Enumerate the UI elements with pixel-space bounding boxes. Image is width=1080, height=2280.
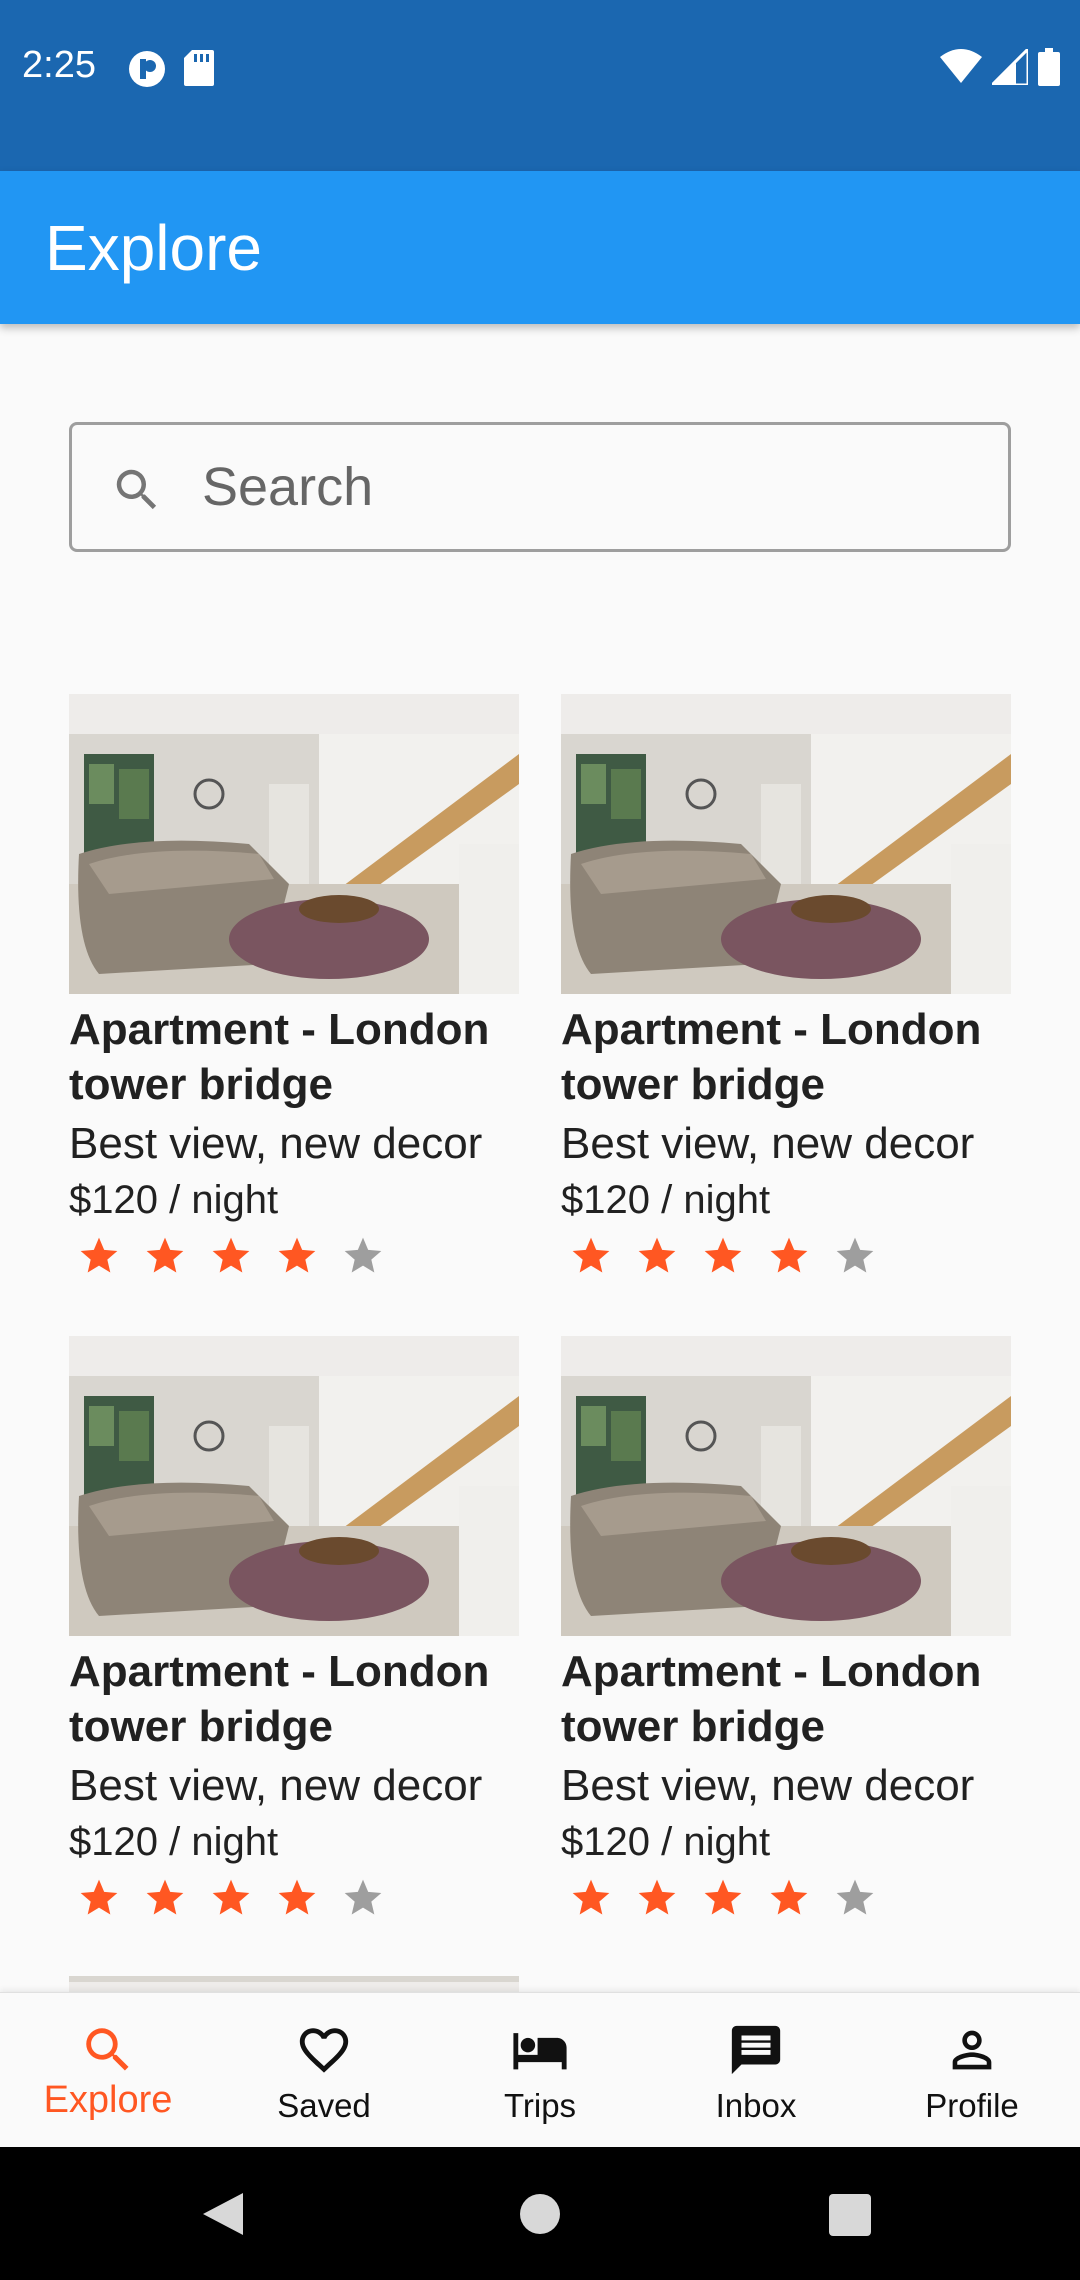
star-filled-icon bbox=[80, 1879, 118, 1915]
star-filled-icon bbox=[278, 1879, 316, 1915]
listing-description: Best view, new decor bbox=[69, 1119, 483, 1168]
star-filled-icon bbox=[638, 1879, 676, 1915]
listing-price: $120 / night bbox=[69, 1178, 279, 1222]
nav-inbox[interactable]: Inbox bbox=[648, 1993, 864, 2147]
nav-label: Trips bbox=[503, 2087, 577, 2124]
listing-title: Apartment - London tower bridge bbox=[561, 1005, 982, 1109]
system-navigation-bar bbox=[0, 2147, 1080, 2280]
listing-photo[interactable] bbox=[69, 1336, 519, 1636]
nav-label: Saved bbox=[277, 2087, 371, 2124]
star-filled-icon bbox=[278, 1237, 316, 1273]
star-empty-icon bbox=[344, 1879, 382, 1915]
status-time: 2:25 bbox=[22, 44, 96, 86]
nav-saved[interactable]: Saved bbox=[216, 1993, 432, 2147]
recents-icon[interactable] bbox=[829, 2194, 871, 2236]
battery-icon bbox=[1038, 48, 1060, 86]
listing-title: Apartment - London tower bridge bbox=[561, 1647, 982, 1751]
wifi-icon bbox=[940, 49, 982, 83]
app-notification-icon bbox=[129, 51, 165, 87]
search-input[interactable] bbox=[202, 455, 982, 519]
star-empty-icon bbox=[344, 1237, 382, 1273]
star-filled-icon bbox=[572, 1237, 610, 1273]
star-filled-icon bbox=[704, 1237, 742, 1273]
listing-card[interactable]: Apartment - London tower bridge Best vie… bbox=[69, 1336, 519, 1920]
nav-explore[interactable]: Explore bbox=[0, 1993, 216, 2147]
sd-card-icon bbox=[184, 50, 214, 86]
star-filled-icon bbox=[212, 1879, 250, 1915]
message-icon bbox=[731, 2025, 781, 2075]
listing-card[interactable]: Apartment - London tower bridge Best vie… bbox=[561, 694, 1011, 1278]
star-filled-icon bbox=[80, 1237, 118, 1273]
listing-description: Best view, new decor bbox=[561, 1119, 975, 1168]
home-icon[interactable] bbox=[519, 2193, 561, 2235]
app-bar: Explore bbox=[0, 171, 1080, 324]
back-icon[interactable] bbox=[203, 2193, 245, 2235]
listing-card[interactable]: Apartment - London tower bridge Best vie… bbox=[69, 694, 519, 1278]
nav-label: Inbox bbox=[715, 2087, 797, 2124]
rating-stars bbox=[561, 1234, 1011, 1278]
listing-title: Apartment - London tower bridge bbox=[69, 1647, 490, 1751]
search-icon bbox=[86, 2028, 129, 2071]
listing-photo[interactable] bbox=[561, 694, 1011, 994]
nav-trips[interactable]: Trips bbox=[432, 1993, 648, 2147]
listing-title: Apartment - London tower bridge bbox=[69, 1005, 490, 1109]
search-icon bbox=[116, 469, 157, 510]
star-filled-icon bbox=[770, 1879, 808, 1915]
star-filled-icon bbox=[638, 1237, 676, 1273]
listing-price: $120 / night bbox=[561, 1178, 771, 1222]
listing-price: $120 / night bbox=[561, 1820, 771, 1864]
nav-label: Profile bbox=[925, 2087, 1019, 2124]
star-filled-icon bbox=[572, 1879, 610, 1915]
search-box[interactable] bbox=[69, 422, 1011, 552]
status-bar: 2:25 bbox=[0, 0, 1080, 171]
listing-photo[interactable] bbox=[69, 694, 519, 994]
bed-icon bbox=[513, 2033, 567, 2070]
page-title: Explore bbox=[45, 212, 262, 284]
rating-stars bbox=[561, 1876, 1011, 1920]
star-filled-icon bbox=[146, 1237, 184, 1273]
bottom-navigation: Explore Saved Trips Inbox Profile bbox=[0, 1992, 1080, 2147]
rating-stars bbox=[69, 1876, 519, 1920]
star-filled-icon bbox=[146, 1879, 184, 1915]
cell-signal-icon bbox=[992, 49, 1028, 85]
person-icon bbox=[952, 2030, 992, 2070]
listing-photo[interactable] bbox=[561, 1336, 1011, 1636]
nav-label: Explore bbox=[43, 2079, 173, 2121]
star-filled-icon bbox=[212, 1237, 250, 1273]
listing-price: $120 / night bbox=[69, 1820, 279, 1864]
listing-description: Best view, new decor bbox=[69, 1761, 483, 1810]
listing-card[interactable]: Apartment - London tower bridge Best vie… bbox=[561, 1336, 1011, 1920]
star-filled-icon bbox=[704, 1879, 742, 1915]
star-empty-icon bbox=[836, 1237, 874, 1273]
rating-stars bbox=[69, 1234, 519, 1278]
star-empty-icon bbox=[836, 1879, 874, 1915]
nav-profile[interactable]: Profile bbox=[864, 1993, 1080, 2147]
listing-description: Best view, new decor bbox=[561, 1761, 975, 1810]
star-filled-icon bbox=[770, 1237, 808, 1273]
heart-icon bbox=[299, 2028, 349, 2073]
